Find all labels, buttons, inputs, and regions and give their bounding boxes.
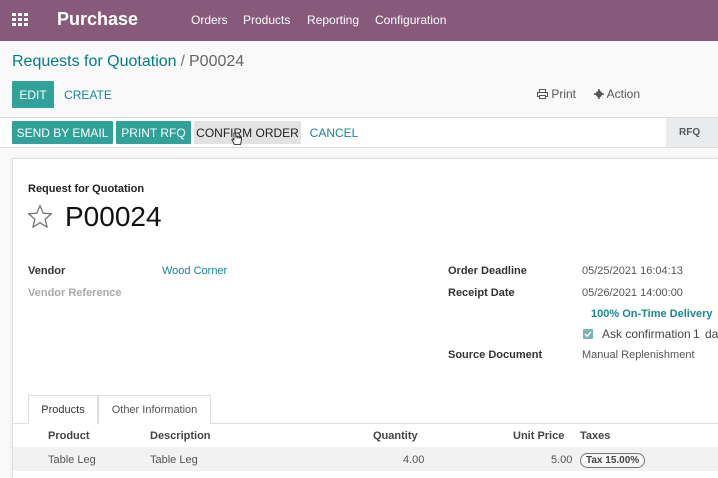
tab-other-information[interactable]: Other Information [98, 395, 211, 424]
ask-confirmation-unit: da [705, 327, 718, 341]
row-product[interactable]: Table Leg [48, 454, 96, 466]
column-taxes[interactable]: Taxes [580, 430, 610, 442]
top-navbar: Purchase Orders Products Reporting Confi… [0, 0, 718, 41]
source-document-field: Manual Replenishment [582, 349, 695, 361]
menu-orders[interactable]: Orders [191, 13, 228, 27]
receipt-date-field[interactable]: 05/26/2021 14:00:00 [582, 287, 683, 299]
column-quantity[interactable]: Quantity [373, 430, 418, 442]
gear-icon [594, 89, 604, 99]
column-description[interactable]: Description [150, 430, 211, 442]
vendor-reference-label: Vendor Reference [28, 287, 122, 299]
action-dropdown[interactable]: Action [594, 87, 640, 101]
edit-button[interactable]: EDIT [12, 81, 54, 108]
print-icon [537, 89, 548, 99]
on-time-delivery-link[interactable]: 100% On-Time Delivery [591, 308, 712, 320]
cancel-button[interactable]: CANCEL [306, 121, 362, 144]
ask-confirmation-days[interactable]: 1 [693, 327, 700, 341]
column-product[interactable]: Product [48, 430, 90, 442]
create-button[interactable]: CREATE [61, 81, 115, 108]
menu-reporting[interactable]: Reporting [307, 13, 359, 27]
source-document-label: Source Document [448, 349, 543, 361]
print-rfq-button[interactable]: PRINT RFQ [116, 121, 191, 144]
ask-confirmation-label: Ask confirmation [602, 327, 691, 341]
form-sheet: Request for Quotation P00024 Vendor Wood… [12, 158, 718, 478]
column-unit-price[interactable]: Unit Price [513, 430, 564, 442]
vendor-field[interactable]: Wood Corner [162, 265, 227, 277]
document-name: P00024 [65, 201, 162, 232]
cursor-hand-icon [231, 132, 242, 145]
print-dropdown[interactable]: Print [537, 87, 576, 101]
menu-configuration[interactable]: Configuration [375, 13, 446, 27]
document-type: Request for Quotation [28, 183, 145, 195]
row-unit-price[interactable]: 5.00 [551, 454, 572, 466]
receipt-date-label: Receipt Date [448, 287, 515, 299]
checkbox-checked-icon[interactable] [583, 329, 593, 339]
breadcrumb-separator: / [180, 53, 185, 70]
menu-products[interactable]: Products [243, 13, 290, 27]
action-label: Action [606, 87, 641, 101]
vendor-label: Vendor [28, 265, 66, 277]
order-deadline-field[interactable]: 05/25/2021 16:04:13 [582, 265, 683, 277]
stage-arrow [704, 118, 714, 148]
row-description[interactable]: Table Leg [150, 454, 198, 466]
breadcrumb-current: P00024 [189, 53, 245, 70]
tax-badge: Tax 15.00% [580, 453, 646, 468]
star-icon[interactable] [27, 204, 53, 230]
order-deadline-label: Order Deadline [448, 265, 527, 277]
check-mark-icon [584, 331, 592, 338]
apps-grid-icon[interactable] [12, 13, 28, 27]
send-by-email-button[interactable]: SEND BY EMAIL [12, 121, 113, 144]
tab-products[interactable]: Products [28, 395, 98, 424]
confirm-order-button[interactable]: CONFIRM ORDER [194, 121, 301, 144]
breadcrumb-parent[interactable]: Requests for Quotation [12, 53, 177, 70]
print-label: Print [551, 87, 577, 101]
app-name[interactable]: Purchase [57, 9, 138, 30]
breadcrumb: Requests for Quotation / P00024 [12, 53, 244, 71]
row-quantity[interactable]: 4.00 [403, 454, 424, 466]
